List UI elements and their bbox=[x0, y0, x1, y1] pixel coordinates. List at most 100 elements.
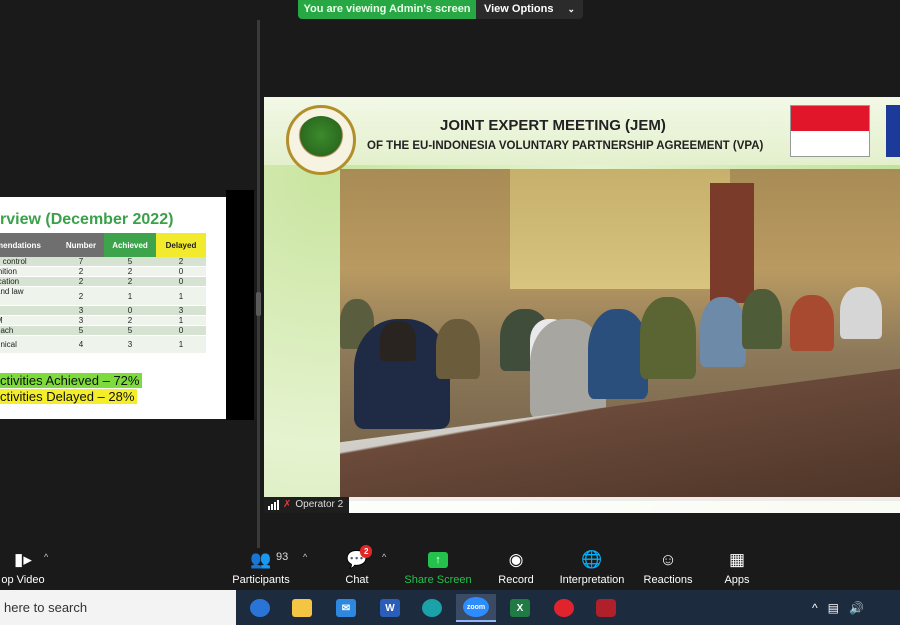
attendee bbox=[588, 309, 648, 399]
system-tray: ^ ▤ 🔊 bbox=[812, 590, 864, 625]
divider-handle[interactable] bbox=[256, 292, 261, 316]
speaker-icon[interactable]: 🔊 bbox=[849, 601, 864, 615]
table-cell: 3 bbox=[58, 305, 104, 316]
attendee bbox=[700, 297, 746, 367]
taskbar-app-mail[interactable]: ✉ bbox=[326, 594, 366, 622]
tray-chevron-up-icon[interactable]: ^ bbox=[812, 601, 818, 615]
attendee bbox=[640, 297, 696, 379]
table-cell: hnical bbox=[0, 335, 58, 354]
table-row: hnical431 bbox=[0, 335, 206, 354]
participants-options-chevron-icon[interactable]: ^ bbox=[303, 552, 307, 562]
table-cell: 5 bbox=[104, 257, 156, 267]
slide-border bbox=[226, 190, 254, 420]
slide-table-header: Delayed bbox=[156, 233, 206, 257]
record-label: Record bbox=[498, 574, 534, 586]
video-status-strip bbox=[264, 497, 900, 513]
attendee bbox=[436, 319, 480, 379]
video-button[interactable]: ▮▸ op Video bbox=[0, 548, 46, 586]
meeting-room-photo bbox=[340, 169, 900, 501]
table-row: and law t211 bbox=[0, 286, 206, 306]
slide-table-header: Number bbox=[58, 233, 104, 257]
video-label: op Video bbox=[1, 574, 45, 586]
excel-icon: X bbox=[510, 599, 530, 617]
table-cell: 1 bbox=[104, 286, 156, 306]
globe-icon: 🌐 bbox=[581, 550, 603, 569]
taskbar-app-excel[interactable]: X bbox=[500, 594, 540, 622]
table-cell: 4 bbox=[58, 335, 104, 354]
taskbar-app-edge[interactable] bbox=[412, 594, 452, 622]
table-cell: 3 bbox=[156, 305, 206, 316]
apps-button[interactable]: ▦ Apps bbox=[720, 548, 754, 586]
attendee bbox=[840, 287, 882, 339]
chat-label: Chat bbox=[345, 574, 369, 586]
interpretation-button[interactable]: 🌐 Interpretation bbox=[554, 548, 630, 586]
participants-label: Participants bbox=[232, 574, 290, 586]
signal-strength-icon bbox=[268, 500, 279, 510]
share-screen-button[interactable]: ↑ Share Screen bbox=[404, 548, 472, 586]
table-cell: ication bbox=[0, 276, 58, 287]
apps-label: Apps bbox=[724, 574, 750, 586]
apps-grid-icon: ▦ bbox=[728, 550, 746, 569]
video-camera-icon: ▮▸ bbox=[14, 550, 32, 569]
summary-achieved: ctivities Achieved – 72% bbox=[0, 373, 143, 388]
view-options-button[interactable]: View Options ⌄ bbox=[476, 0, 583, 19]
opera-icon bbox=[554, 599, 574, 617]
record-icon: ◉ bbox=[508, 550, 524, 569]
share-screen-label: Share Screen bbox=[404, 574, 472, 586]
table-row: each550 bbox=[0, 325, 206, 336]
slide-table-header: Achieved bbox=[104, 233, 156, 257]
table-row: 303 bbox=[0, 305, 206, 316]
table-cell bbox=[0, 305, 58, 316]
attendee bbox=[380, 321, 416, 361]
taskbar-app-edge-legacy[interactable] bbox=[240, 594, 280, 622]
viewing-banner-text: You are viewing Admin's screen bbox=[298, 0, 476, 19]
edge-icon bbox=[422, 599, 442, 617]
taskbar-app-zoom[interactable]: zoom bbox=[456, 594, 496, 622]
table-cell: 2 bbox=[104, 266, 156, 277]
record-button[interactable]: ◉ Record bbox=[494, 548, 538, 586]
logo-tree-icon bbox=[297, 116, 345, 164]
attendee bbox=[790, 295, 834, 351]
slide-title: rview (December 2022) bbox=[0, 211, 174, 228]
taskbar-app-other[interactable] bbox=[586, 594, 626, 622]
reactions-button[interactable]: ☺ Reactions bbox=[642, 548, 694, 586]
table-cell: 3 bbox=[58, 315, 104, 326]
taskbar-app-file-explorer[interactable] bbox=[282, 594, 322, 622]
slide-table-body: n control752inition220ication220and law … bbox=[0, 257, 206, 354]
video-options-chevron-icon[interactable]: ^ bbox=[44, 552, 48, 562]
table-cell: 1 bbox=[156, 286, 206, 306]
view-options-label: View Options bbox=[483, 3, 554, 15]
table-cell: 5 bbox=[58, 325, 104, 336]
indonesia-flag-icon bbox=[790, 105, 870, 157]
eu-flag-icon bbox=[886, 105, 900, 157]
meeting-title: JOINT EXPERT MEETING (JEM) bbox=[440, 117, 666, 134]
network-icon[interactable]: ▤ bbox=[828, 601, 839, 615]
table-cell: 2 bbox=[156, 257, 206, 267]
table-cell: 2 bbox=[58, 266, 104, 277]
folder-icon bbox=[292, 599, 312, 617]
slide-table: mendations Number Achieved Delayed n con… bbox=[0, 233, 206, 354]
reactions-label: Reactions bbox=[643, 574, 693, 586]
table-cell: each bbox=[0, 325, 58, 336]
table-cell: 3 bbox=[104, 335, 156, 354]
table-cell: 1 bbox=[156, 335, 206, 354]
emoji-plus-icon: ☺ bbox=[659, 550, 677, 569]
summary-delayed: ctivities Delayed – 28% bbox=[0, 389, 138, 404]
taskbar-app-opera[interactable] bbox=[544, 594, 584, 622]
taskbar-search-box[interactable]: here to search bbox=[0, 590, 236, 625]
table-row: M321 bbox=[0, 315, 206, 326]
room-wall bbox=[510, 169, 730, 289]
table-cell: 0 bbox=[156, 266, 206, 277]
table-cell: 5 bbox=[104, 325, 156, 336]
table-row: ication220 bbox=[0, 276, 206, 287]
viewing-banner: You are viewing Admin's screen View Opti… bbox=[298, 0, 583, 19]
zoom-meeting-window: You are viewing Admin's screen View Opti… bbox=[0, 0, 900, 625]
taskbar-app-word[interactable]: W bbox=[370, 594, 410, 622]
windows-taskbar: here to search ✉ W zoom X ^ ▤ 🔊 bbox=[0, 590, 900, 625]
table-cell: 7 bbox=[58, 257, 104, 267]
meeting-toolbar: ▮▸ op Video ^ 👥 Participants 93 ^ 💬 Chat… bbox=[0, 545, 900, 590]
video-tile[interactable]: JOINT EXPERT MEETING (JEM) OF THE EU-IND… bbox=[264, 97, 900, 513]
table-row: n control752 bbox=[0, 257, 206, 267]
split-divider[interactable] bbox=[257, 20, 260, 548]
chat-options-chevron-icon[interactable]: ^ bbox=[382, 552, 386, 562]
